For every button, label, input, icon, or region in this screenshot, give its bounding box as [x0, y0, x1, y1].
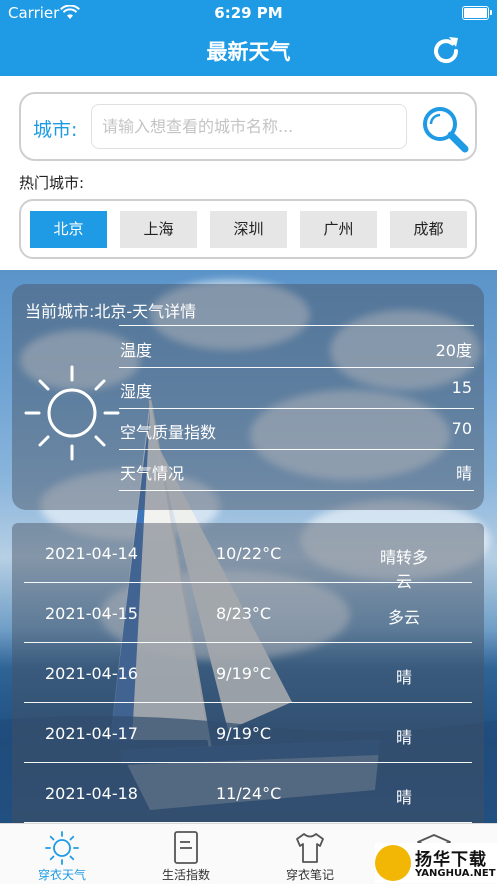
forecast-row: 2021-04-18 11/24°C 晴: [24, 764, 472, 823]
refresh-icon[interactable]: [428, 33, 464, 69]
detail-value: 15: [451, 378, 472, 397]
tab-label: 穿衣笔记: [285, 868, 334, 882]
forecast-date: 2021-04-18: [45, 784, 138, 803]
city-label: 城市:: [33, 119, 78, 141]
hot-cities-label: 热门城市:: [19, 174, 85, 192]
forecast-row: 2021-04-14 10/22°C 晴转多云: [24, 524, 472, 591]
detail-value: 70: [451, 419, 472, 438]
tab-label: 生活指数: [161, 868, 210, 882]
header-bar: Carrier 6:29 PM 最新天气: [0, 0, 497, 76]
tab-clothing-notes[interactable]: 穿衣笔记: [248, 824, 372, 884]
detail-row-humidity: 湿度 15: [119, 368, 474, 409]
city-chip-shanghai[interactable]: 上海: [120, 211, 197, 248]
forecast-date: 2021-04-17: [45, 724, 138, 743]
tshirt-icon: [296, 833, 324, 863]
page-title: 最新天气: [206, 40, 291, 64]
city-search-input[interactable]: [91, 104, 407, 149]
document-icon: [174, 831, 198, 864]
detail-value: 20度: [435, 341, 472, 360]
sun-icon: [45, 831, 79, 865]
forecast-row: 2021-04-16 9/19°C 晴: [24, 644, 472, 703]
detail-divider: [119, 325, 474, 326]
clock: 6:29 PM: [214, 4, 283, 22]
detail-key: 湿度: [120, 382, 153, 401]
forecast-date: 2021-04-14: [45, 544, 138, 563]
city-chip-shenzhen[interactable]: 深圳: [210, 211, 287, 248]
forecast-temp: 10/22°C: [216, 544, 282, 563]
watermark-logo-icon: [375, 845, 411, 881]
tab-label: 穿衣天气: [37, 868, 86, 882]
tab-weather[interactable]: 穿衣天气: [0, 824, 124, 884]
detail-row-temperature: 温度 20度: [119, 327, 474, 368]
forecast-weather: 晴: [395, 728, 412, 747]
detail-row-aqi: 空气质量指数 70: [119, 409, 474, 450]
forecast-row: 2021-04-15 8/23°C 多云: [24, 584, 472, 643]
watermark: 扬华下载 YANGHUA.NET: [375, 843, 497, 883]
city-chip-chengdu[interactable]: 成都: [390, 211, 467, 248]
status-bar: Carrier 6:29 PM: [0, 0, 497, 26]
forecast-date: 2021-04-15: [45, 604, 138, 623]
sun-icon: [24, 365, 120, 461]
forecast-row: 2021-04-17 9/19°C 晴: [24, 704, 472, 763]
hot-cities-box: 北京 上海 深圳 广州 成都: [19, 199, 477, 259]
search-icon[interactable]: [419, 103, 471, 155]
forecast-temp: 11/24°C: [216, 784, 282, 803]
city-chip-beijing[interactable]: 北京: [30, 211, 107, 248]
detail-key: 温度: [120, 341, 153, 360]
detail-key: 空气质量指数: [120, 423, 217, 442]
forecast-date: 2021-04-16: [45, 664, 138, 683]
search-box: 城市:: [19, 92, 477, 161]
forecast-weather: 多云: [387, 608, 420, 627]
current-weather-title: 当前城市:北京-天气详情: [25, 302, 197, 321]
detail-key: 天气情况: [120, 464, 185, 483]
detail-value: 晴: [455, 464, 472, 483]
forecast-temp: 9/19°C: [216, 724, 272, 743]
detail-row-condition: 天气情况 晴: [119, 450, 474, 491]
forecast-temp: 8/23°C: [216, 604, 272, 623]
watermark-url: YANGHUA.NET: [415, 868, 496, 879]
watermark-name: 扬华下载: [415, 850, 487, 870]
forecast-temp: 9/19°C: [216, 664, 272, 683]
battery-icon: [462, 6, 492, 20]
tab-life-index[interactable]: 生活指数: [124, 824, 248, 884]
forecast-weather: 晴: [395, 788, 412, 807]
forecast-weather: 晴: [395, 668, 412, 687]
city-chip-guangzhou[interactable]: 广州: [300, 211, 377, 248]
